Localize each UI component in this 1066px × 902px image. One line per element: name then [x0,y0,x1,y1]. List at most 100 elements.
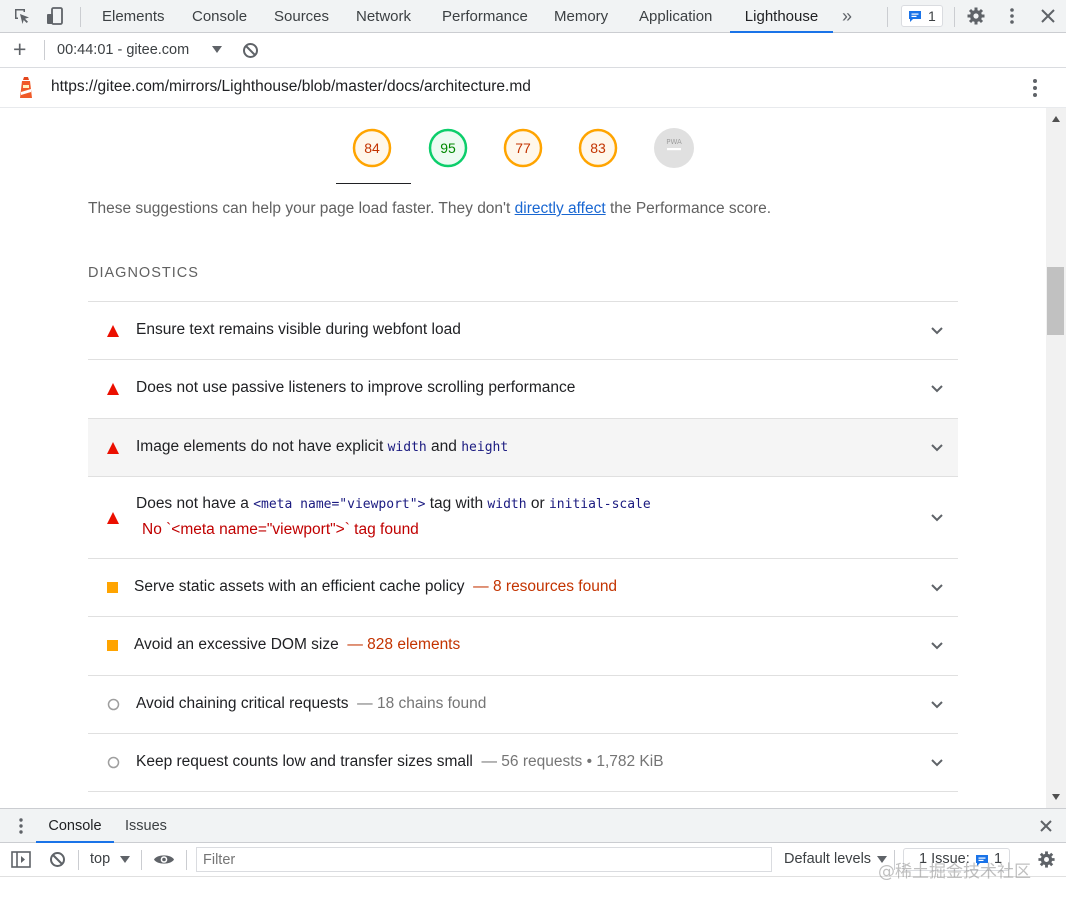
audit-display-value: — 8 resources found [473,578,618,595]
scroll-up-arrow-icon[interactable] [1051,115,1061,123]
audit-dom-size[interactable]: Avoid an excessive DOM size — 828 elemen… [88,616,958,675]
audit-image-dimensions[interactable]: Image elements do not have explicit widt… [88,418,958,476]
lighthouse-report: 84 95 77 83 PWA These suggestions can he… [0,108,1046,808]
chevron-down-icon[interactable] [930,756,944,770]
audit-title-text: Avoid chaining critical requests [136,695,349,712]
header-divider [0,183,1046,184]
pwa-score-gauge[interactable]: PWA [654,128,694,168]
clear-console-icon[interactable] [49,851,66,868]
chevron-down-icon[interactable] [930,581,944,595]
report-scrollbar[interactable] [1046,108,1066,808]
audit-display-value: — 56 requests • 1,782 KiB [481,753,664,770]
close-devtools-icon[interactable] [1038,6,1058,26]
drawer-tabbar: Console Issues [0,808,1066,843]
fail-triangle-icon [107,512,119,524]
audit-title: Ensure text remains visible during webfo… [136,321,461,338]
chevron-down-icon[interactable] [930,324,944,338]
report-menu-icon[interactable] [1025,77,1045,99]
audit-meta-viewport[interactable]: Does not have a <meta name="viewport"> t… [88,476,958,558]
audit-passive-listeners[interactable]: Does not use passive listeners to improv… [88,359,958,418]
directly-affect-link[interactable]: directly affect [515,200,606,217]
audit-title-text: or [526,495,549,512]
code-height: height [461,440,509,455]
drawer-tab-issues[interactable]: Issues [125,809,167,843]
audit-title: Image elements do not have explicit widt… [136,438,508,456]
inspect-element-icon[interactable] [12,6,32,26]
report-selector[interactable]: 00:44:01 - gitee.com [57,42,189,58]
audit-title: Avoid an excessive DOM size — 828 elemen… [134,636,460,654]
device-toolbar-icon[interactable] [45,6,65,26]
best-practices-score-gauge[interactable]: 77 [503,128,543,168]
audit-display-value: — 18 chains found [357,695,487,712]
audit-title: Does not use passive listeners to improv… [136,379,576,396]
audit-title-text: Image elements do not have explicit [136,438,388,455]
audit-title-text: Avoid an excessive DOM size [134,636,339,653]
audit-title-text: tag with [425,495,488,512]
log-levels-dropdown[interactable]: Default levels [784,851,871,867]
code-initial-scale: initial-scale [548,497,651,512]
seo-score-gauge[interactable]: 83 [578,128,618,168]
pwa-badge-icon: PWA [654,128,694,168]
audit-request-counts[interactable]: Keep request counts low and transfer siz… [88,733,958,792]
tab-elements[interactable]: Elements [102,0,165,33]
console-settings-gear-icon[interactable] [1037,850,1056,869]
settings-gear-icon[interactable] [966,6,986,26]
dropdown-arrow-icon[interactable] [212,46,222,54]
chevron-down-icon[interactable] [930,639,944,653]
report-url[interactable]: https://gitee.com/mirrors/Lighthouse/blo… [51,78,531,96]
performance-active-underline [336,183,411,184]
audit-title-text: Serve static assets with an efficient ca… [134,578,465,595]
code-meta-viewport: <meta name="viewport"> [253,497,426,512]
tab-memory[interactable]: Memory [554,0,608,33]
drawer-tab-console[interactable]: Console [36,809,114,843]
tab-lighthouse[interactable]: Lighthouse [730,0,833,33]
chevron-down-icon[interactable] [930,698,944,712]
tab-console[interactable]: Console [192,0,247,33]
tab-sources[interactable]: Sources [274,0,329,33]
scrollbar-thumb[interactable] [1047,267,1064,335]
issues-counter-button[interactable]: 1 [901,5,943,27]
audit-title-text: Does not have a [136,495,254,512]
clear-reports-icon[interactable] [242,42,259,59]
section-title: DIAGNOSTICS [88,265,199,281]
new-report-button[interactable]: + [13,36,26,63]
tab-application[interactable]: Application [639,0,712,33]
scroll-down-arrow-icon[interactable] [1051,793,1061,801]
score-value: 83 [590,140,606,156]
score-value: 84 [364,140,380,156]
chevron-down-icon[interactable] [930,511,944,525]
show-sidebar-icon[interactable] [11,851,31,868]
issues-count: 1 [928,8,936,24]
console-filter-input[interactable] [196,847,772,872]
intro-text-end: the Performance score. [605,200,772,217]
average-square-icon [107,582,118,593]
context-selector[interactable]: top [90,851,110,867]
more-tabs-icon[interactable]: » [842,0,852,33]
drawer-menu-icon[interactable] [16,817,26,835]
audit-critical-chains[interactable]: Avoid chaining critical requests — 18 ch… [88,675,958,733]
report-url-bar: https://gitee.com/mirrors/Lighthouse/blo… [0,68,1066,108]
audit-display-value: — 828 elements [347,636,461,653]
performance-score-gauge[interactable]: 84 [352,128,392,168]
kebab-menu-icon[interactable] [1002,6,1022,26]
audit-webfont[interactable]: Ensure text remains visible during webfo… [88,301,958,359]
chevron-down-icon[interactable] [930,382,944,396]
audit-error-text: No `<meta name="viewport">` tag found [142,521,419,538]
code-width: width [387,440,427,455]
accessibility-score-gauge[interactable]: 95 [428,128,468,168]
close-drawer-icon[interactable] [1039,819,1053,833]
live-expression-eye-icon[interactable] [153,852,175,867]
fail-triangle-icon [107,325,119,337]
info-circle-icon [107,756,120,769]
chevron-down-icon[interactable] [930,441,944,455]
context-dropdown-arrow-icon[interactable] [120,856,130,864]
tab-network[interactable]: Network [356,0,411,33]
fail-triangle-icon [107,383,119,395]
tab-performance[interactable]: Performance [442,0,528,33]
audit-cache-policy[interactable]: Serve static assets with an efficient ca… [88,558,958,616]
intro-text: These suggestions can help your page loa… [88,200,515,217]
audit-title: Does not have a <meta name="viewport"> t… [136,495,651,513]
audit-title: Serve static assets with an efficient ca… [134,578,617,596]
audit-title: Avoid chaining critical requests — 18 ch… [136,695,486,713]
diagnostics-intro: These suggestions can help your page loa… [88,200,771,218]
